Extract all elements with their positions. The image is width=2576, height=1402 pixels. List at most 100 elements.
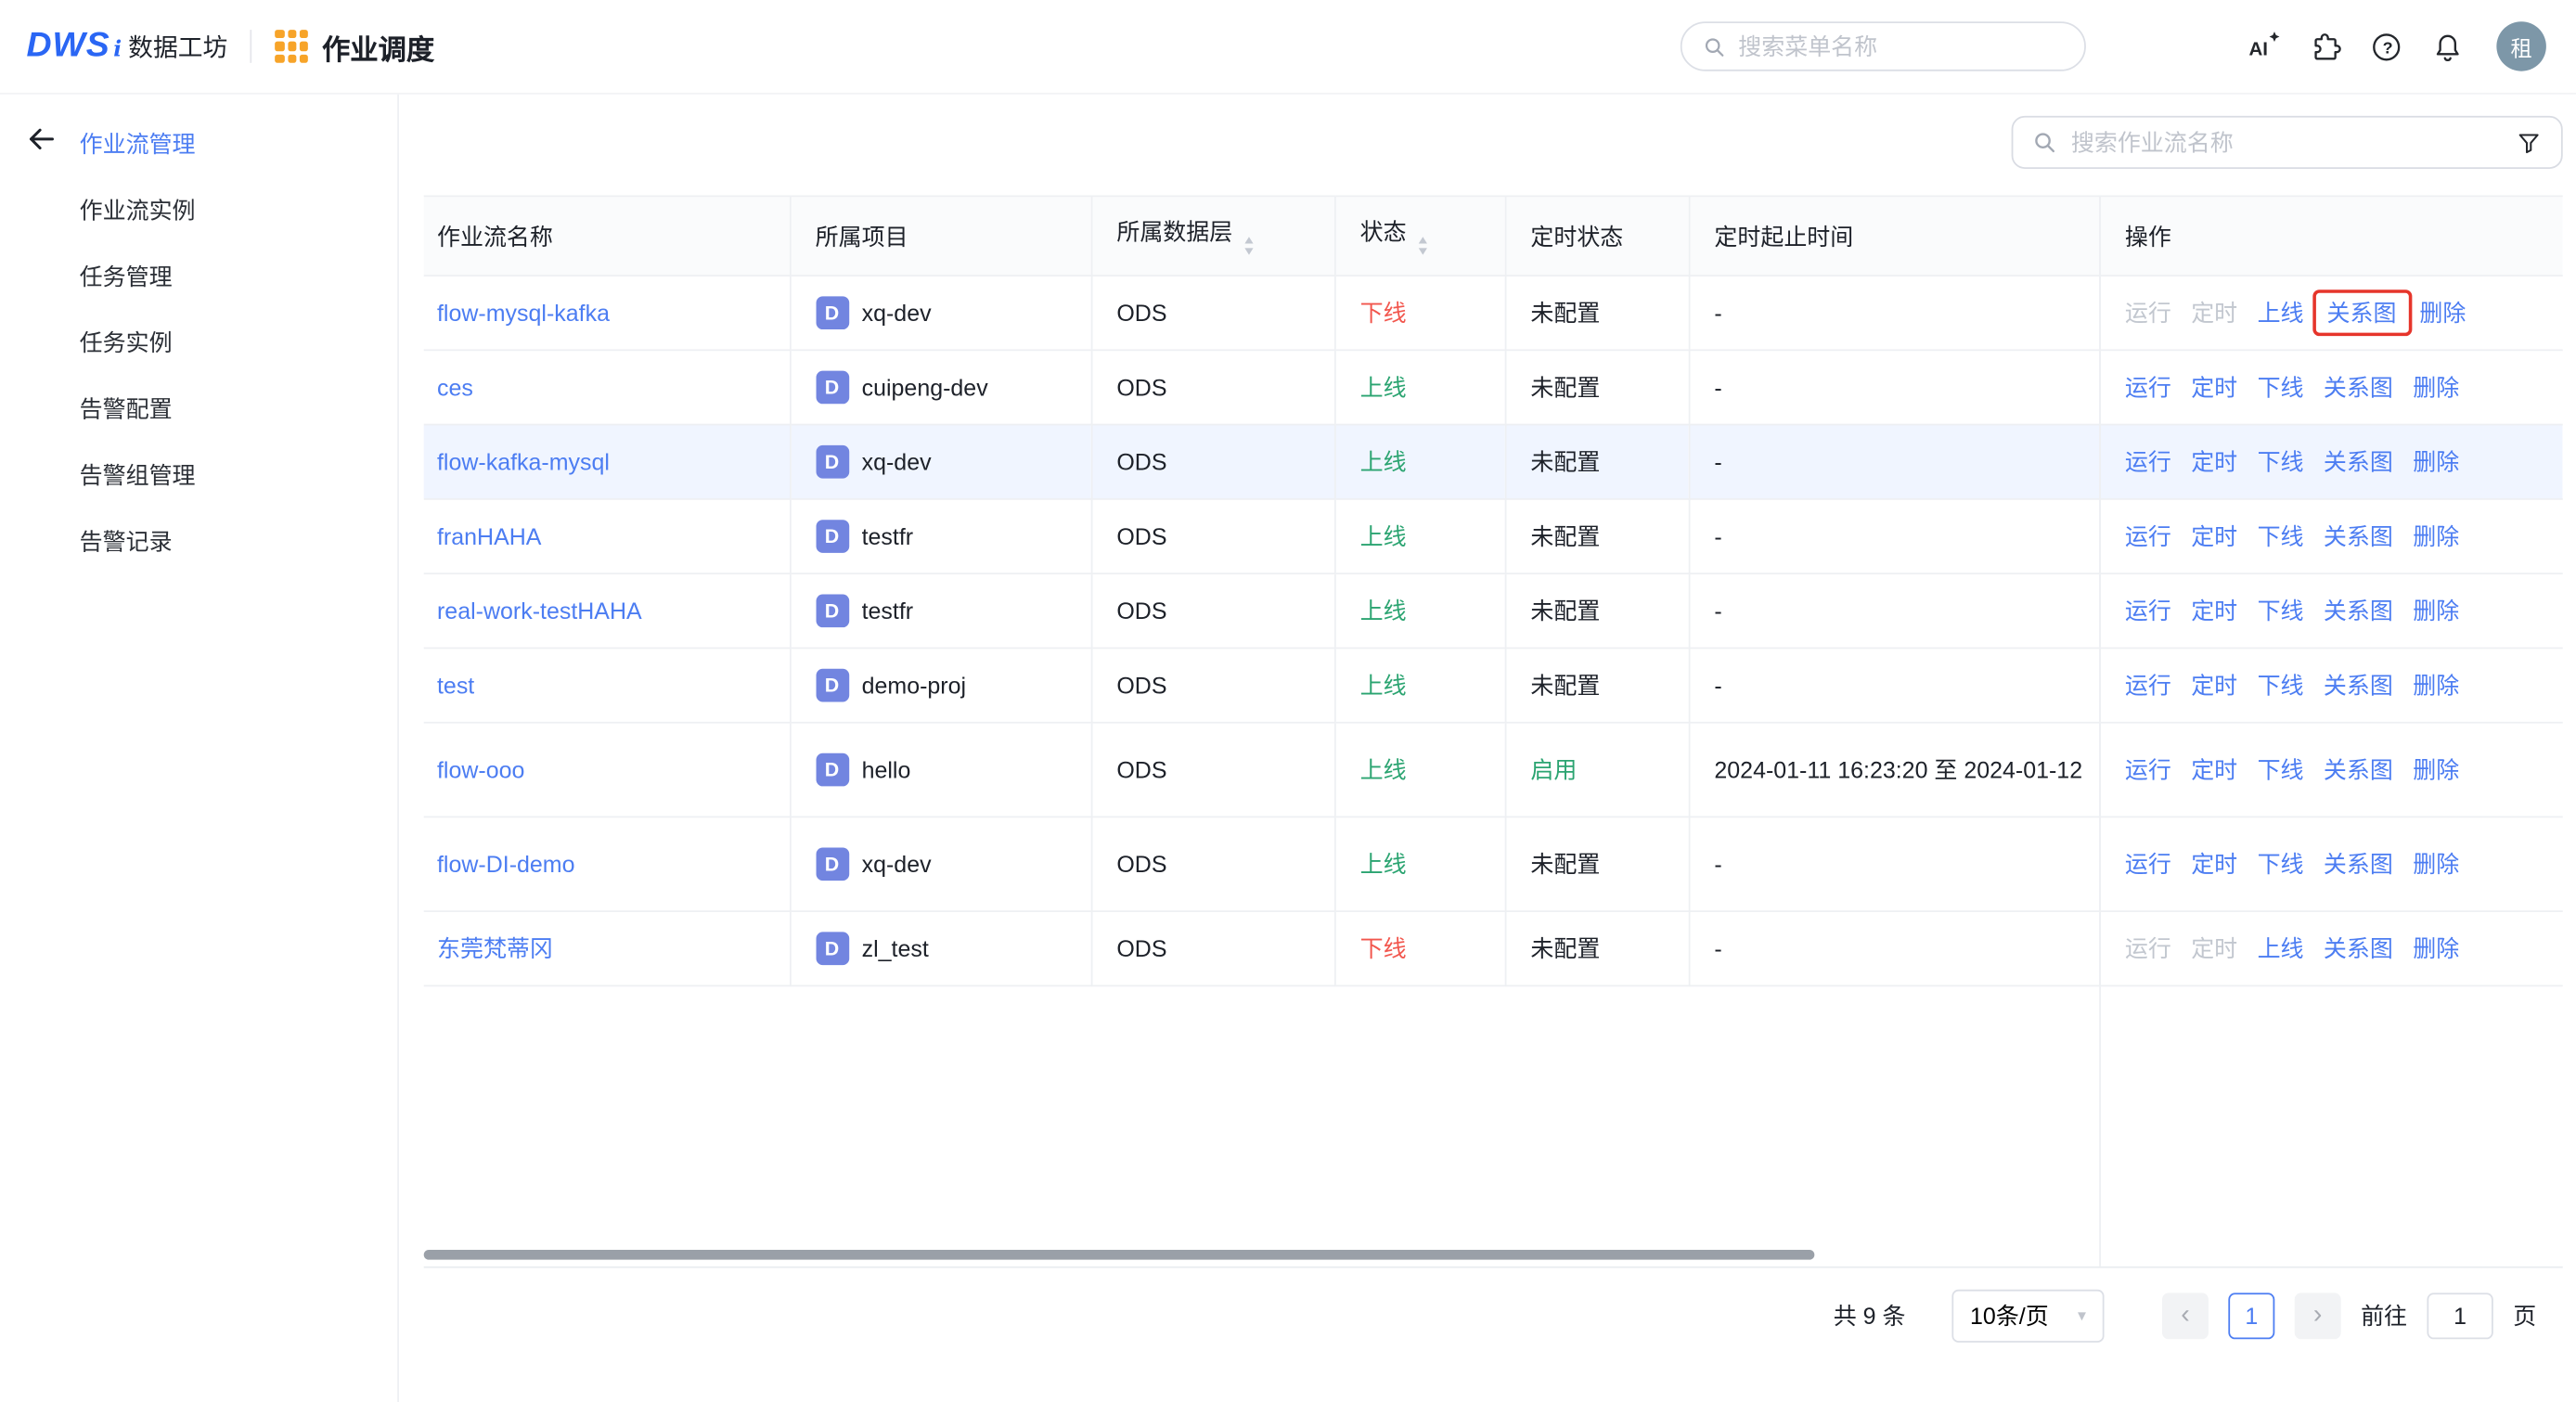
plugins-button[interactable] <box>2304 27 2344 67</box>
arrow-left-icon <box>25 122 58 156</box>
timer-status-cell: 未配置 <box>1505 350 1689 424</box>
column-header[interactable]: 所属数据层▲▼ <box>1091 196 1334 276</box>
ai-assistant-button[interactable]: AI <box>2243 27 2283 67</box>
project-badge: D <box>816 296 849 329</box>
column-header: 定时状态 <box>1505 196 1689 276</box>
data-layer-cell: ODS <box>1091 723 1334 817</box>
horizontal-scrollbar[interactable] <box>424 1250 1815 1260</box>
action-link[interactable]: 定时 <box>2191 520 2237 553</box>
action-link[interactable]: 删除 <box>2413 669 2459 702</box>
workflow-name-link[interactable]: franHAHA <box>437 523 541 550</box>
action-link[interactable]: 下线 <box>2258 669 2304 702</box>
goto-unit-label: 页 <box>2513 1299 2536 1332</box>
action-link[interactable]: 运行 <box>2125 753 2171 787</box>
svg-text:AI: AI <box>2248 38 2268 59</box>
prev-page-button[interactable]: ‹ <box>2162 1293 2209 1339</box>
action-link[interactable]: 删除 <box>2413 847 2459 881</box>
action-link[interactable]: 关系图 <box>2324 847 2393 881</box>
action-link[interactable]: 定时 <box>2191 753 2237 787</box>
action-link[interactable]: 下线 <box>2258 371 2304 405</box>
action-link[interactable]: 下线 <box>2258 594 2304 627</box>
help-button[interactable]: ? <box>2365 27 2405 67</box>
workflow-name-link[interactable]: 东莞梵蒂冈 <box>437 935 553 962</box>
action-link[interactable]: 关系图 <box>2324 520 2393 553</box>
sort-down-icon: ▼ <box>1415 246 1429 257</box>
page-size-select[interactable]: 10条/页 ▾ <box>1951 1290 2104 1343</box>
action-link[interactable]: 关系图 <box>2324 594 2393 627</box>
back-button[interactable] <box>19 118 62 161</box>
action-link[interactable]: 运行 <box>2125 445 2171 479</box>
menu-search-input[interactable] <box>1738 33 2064 60</box>
action-link[interactable]: 运行 <box>2125 847 2171 881</box>
action-link[interactable]: 关系图 <box>2324 669 2393 702</box>
sort-icons[interactable]: ▲▼ <box>1243 234 1254 257</box>
workflow-name-link[interactable]: ces <box>437 374 473 401</box>
action-link[interactable]: 删除 <box>2413 371 2459 405</box>
action-link[interactable]: 关系图 <box>2324 753 2393 787</box>
timer-status-text: 启用 <box>1530 756 1577 783</box>
current-page-button[interactable]: 1 <box>2228 1293 2274 1339</box>
action-link[interactable]: 上线 <box>2258 932 2304 965</box>
status-cell: 上线 <box>1334 723 1505 817</box>
sidebar-item[interactable]: 告警组管理 <box>0 442 397 508</box>
workflow-name-link[interactable]: flow-DI-demo <box>437 851 575 878</box>
menu-search-box[interactable] <box>1681 21 2086 71</box>
time-range-cell: - <box>1689 350 2099 424</box>
column-header[interactable]: 状态▲▼ <box>1334 196 1505 276</box>
table-row: testDdemo-projODS上线未配置-运行定时下线关系图删除 <box>424 648 2563 722</box>
table-row: 东莞梵蒂冈Dzl_testODS下线未配置-运行定时上线关系图删除 <box>424 911 2563 985</box>
status-text: 上线 <box>1360 448 1407 475</box>
notifications-button[interactable] <box>2427 27 2467 67</box>
sidebar-item[interactable]: 任务实例 <box>0 310 397 376</box>
workflow-name-link[interactable]: test <box>437 672 474 699</box>
action-link[interactable]: 下线 <box>2258 445 2304 479</box>
workflow-search-box[interactable] <box>2012 116 2563 169</box>
time-range-cell: - <box>1689 425 2099 499</box>
action-link[interactable]: 删除 <box>2413 932 2459 965</box>
action-link[interactable]: 运行 <box>2125 669 2171 702</box>
table-row: flow-oooDhelloODS上线启用2024-01-11 16:23:20… <box>424 723 2563 817</box>
workflow-name-link[interactable]: flow-mysql-kafka <box>437 300 610 327</box>
workflow-search-input[interactable] <box>2071 129 2502 156</box>
action-link[interactable]: 删除 <box>2413 594 2459 627</box>
action-link[interactable]: 下线 <box>2258 520 2304 553</box>
action-link[interactable]: 删除 <box>2419 296 2466 329</box>
workflow-name-link[interactable]: flow-ooo <box>437 756 524 783</box>
data-layer-cell: ODS <box>1091 817 1334 911</box>
sidebar-item[interactable]: 告警配置 <box>0 376 397 442</box>
action-link[interactable]: 运行 <box>2125 371 2171 405</box>
sort-icons[interactable]: ▲▼ <box>1416 234 1427 257</box>
action-link[interactable]: 定时 <box>2191 371 2237 405</box>
action-link[interactable]: 关系图 <box>2324 371 2393 405</box>
timer-status-cell: 未配置 <box>1505 425 1689 499</box>
action-link[interactable]: 关系图 <box>2326 300 2396 327</box>
brand-logo[interactable]: DWS i 数据工坊 <box>27 27 228 67</box>
action-link[interactable]: 关系图 <box>2324 445 2393 479</box>
action-link[interactable]: 下线 <box>2258 753 2304 787</box>
goto-page-input[interactable] <box>2427 1293 2492 1339</box>
action-link[interactable]: 删除 <box>2413 520 2459 553</box>
app-root: DWS i 数据工坊 作业调度 AI ? 租 <box>0 0 2576 1402</box>
action-link[interactable]: 下线 <box>2258 847 2304 881</box>
sidebar-item[interactable]: 任务管理 <box>0 243 397 309</box>
action-link[interactable]: 运行 <box>2125 520 2171 553</box>
action-link[interactable]: 定时 <box>2191 594 2237 627</box>
sidebar-item[interactable]: 作业流实例 <box>0 177 397 243</box>
action-link[interactable]: 删除 <box>2413 753 2459 787</box>
table-row: cesDcuipeng-devODS上线未配置-运行定时下线关系图删除 <box>424 350 2563 424</box>
sidebar-item[interactable]: 告警记录 <box>0 508 397 574</box>
next-page-button[interactable]: › <box>2295 1293 2341 1339</box>
action-link[interactable]: 运行 <box>2125 594 2171 627</box>
workflow-name-cell: flow-kafka-mysql <box>424 425 790 499</box>
filter-funnel-icon[interactable] <box>2515 128 2543 156</box>
workflow-name-link[interactable]: real-work-testHAHA <box>437 598 642 624</box>
workflow-name-link[interactable]: flow-kafka-mysql <box>437 448 610 475</box>
action-link[interactable]: 定时 <box>2191 445 2237 479</box>
action-link[interactable]: 上线 <box>2258 296 2304 329</box>
action-link[interactable]: 定时 <box>2191 669 2237 702</box>
action-link[interactable]: 关系图 <box>2324 932 2393 965</box>
workflow-name-cell: 东莞梵蒂冈 <box>424 911 790 985</box>
user-avatar[interactable]: 租 <box>2496 21 2546 71</box>
action-link[interactable]: 删除 <box>2413 445 2459 479</box>
action-link[interactable]: 定时 <box>2191 847 2237 881</box>
